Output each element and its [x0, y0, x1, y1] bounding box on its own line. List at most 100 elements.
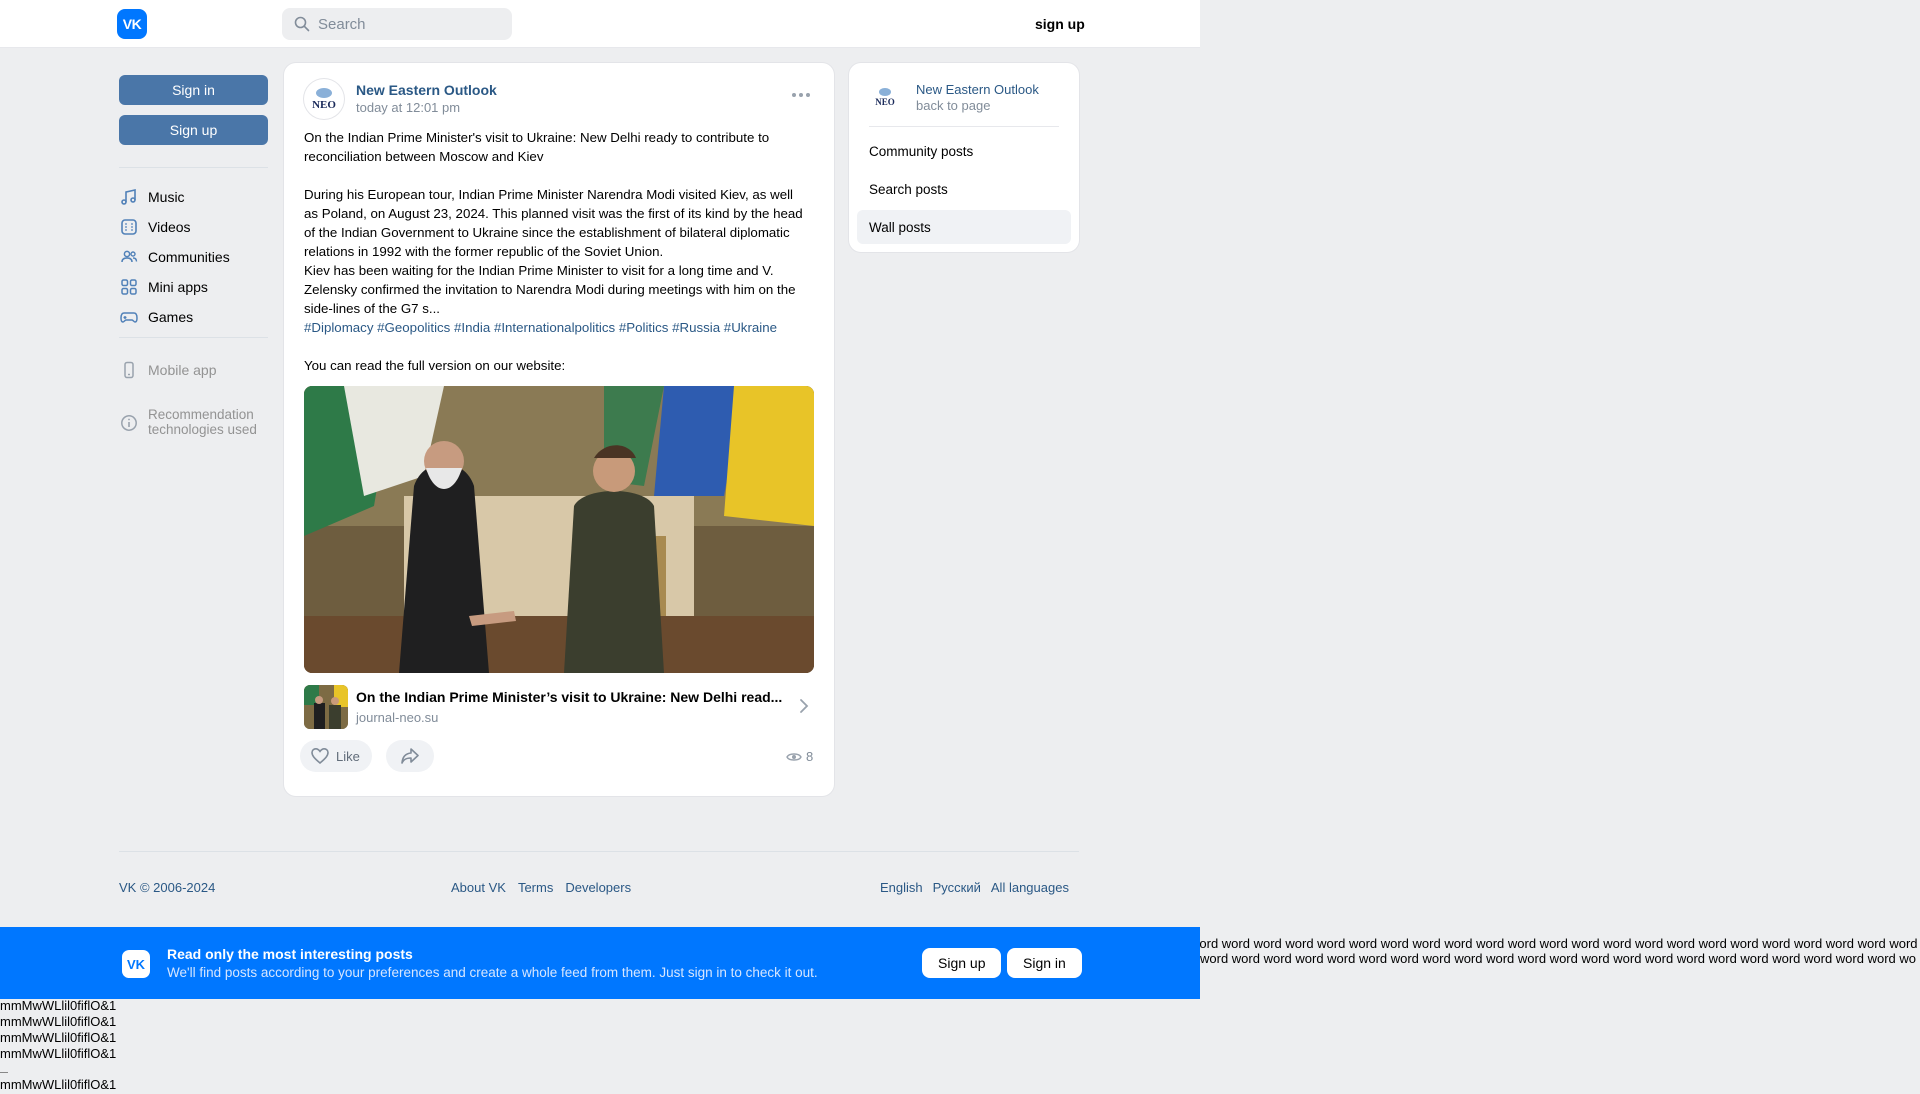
post-body-line: of the Indian Government to Ukraine sinc… — [304, 225, 790, 240]
post-body-line: side-lines of the G7 s... — [304, 301, 440, 316]
apps-icon — [119, 277, 139, 297]
sidebar-item-label: Games — [148, 309, 194, 325]
post-body-line: Kiev has been waiting for the Indian Pri… — [304, 263, 774, 278]
sidebar-item-games[interactable]: Games — [119, 306, 193, 328]
search-input[interactable]: Search — [282, 8, 512, 40]
search-icon — [294, 16, 310, 32]
sidebar-item-label: Mini apps — [148, 279, 208, 295]
search-placeholder: Search — [318, 15, 366, 33]
footer-about-link[interactable]: About VK — [451, 880, 506, 895]
glyph-test-line: mmMwWLlil0fiflO&1 — [0, 1046, 117, 1061]
language-russian-link[interactable]: Русский — [933, 880, 981, 895]
music-icon — [119, 187, 139, 207]
glyph-test-line: mmMwWLlil0fiflO&1 — [0, 1014, 117, 1029]
all-languages-link[interactable]: All languages — [991, 880, 1069, 895]
sidebar-item-videos[interactable]: Videos — [119, 216, 191, 238]
sidebar-item-recommendation-technologies[interactable]: Recommendation technologies used — [119, 407, 257, 443]
vk-logo-icon: VK — [122, 950, 150, 978]
globe-icon — [879, 87, 891, 96]
community-avatar[interactable]: NEO — [304, 79, 344, 119]
signin-banner: VK Read only the most interesting posts … — [0, 927, 1200, 999]
sidebar-item-communities[interactable]: Communities — [119, 246, 230, 268]
post-body-line: as Poland, on August 23, 2024. This plan… — [304, 206, 803, 221]
globe-icon — [316, 87, 332, 98]
heart-icon — [311, 747, 329, 765]
top-header: VK Search sign up — [0, 0, 1200, 48]
community-nav-card: NEO New Eastern Outlook back to page Com… — [849, 63, 1079, 252]
post-read-more: You can read the full version on our web… — [304, 358, 566, 373]
post-body-line: relations in 1992 with the former republ… — [304, 244, 664, 259]
post-title-line: reconciliation between Moscow and Kiev — [304, 149, 544, 164]
sign-up-button[interactable]: Sign up — [119, 115, 268, 145]
post-text: On the Indian Prime Minister's visit to … — [304, 128, 819, 375]
post-hashtags[interactable]: #Diplomacy #Geopolitics #India #Internat… — [304, 318, 819, 337]
sidebar-item-label: Videos — [148, 219, 191, 235]
sidebar-item-music[interactable]: Music — [119, 186, 185, 208]
post-title-line: On the Indian Prime Minister's visit to … — [304, 130, 770, 145]
post-author-link[interactable]: New Eastern Outlook — [356, 82, 497, 98]
more-options-icon[interactable] — [792, 93, 810, 97]
avatar-text: NEO — [312, 98, 336, 111]
card-divider — [869, 126, 1059, 127]
label-line-2: technologies used — [148, 422, 257, 437]
chevron-right-icon — [800, 699, 809, 713]
people-icon — [119, 247, 139, 267]
views-count: 8 — [806, 749, 814, 764]
menu-item-community-posts[interactable]: Community posts — [857, 134, 1071, 168]
glyph-test-line: mmMwWLlil0fiflO&1 — [0, 1030, 117, 1045]
share-button[interactable] — [386, 740, 434, 772]
menu-item-wall-posts[interactable]: Wall posts — [857, 210, 1071, 244]
sidebar-item-label: Music — [148, 189, 185, 205]
banner-subtitle: We'll find posts according to your prefe… — [167, 965, 818, 980]
sidebar-item-mobile-app[interactable]: Mobile app — [119, 359, 217, 381]
footer-languages: English Русский All languages — [880, 880, 1069, 895]
post-card: NEO New Eastern Outlook today at 12:01 p… — [284, 63, 834, 796]
glyph-test-line: mmMwWLlil0fiflO&1 — [0, 1077, 117, 1092]
views-counter: 8 — [786, 749, 813, 764]
sidebar-item-mini-apps[interactable]: Mini apps — [119, 276, 208, 298]
banner-sign-in-button[interactable]: Sign in — [1007, 948, 1082, 978]
footer-links: About VK Terms Developers — [451, 880, 631, 895]
footer-copyright: VK © 2006-2024 — [119, 880, 215, 895]
link-preview[interactable]: On the Indian Prime Minister’s visit to … — [304, 685, 814, 729]
glyph-separator — [0, 1072, 8, 1073]
like-label: Like — [336, 748, 360, 764]
share-icon — [401, 748, 419, 764]
banner-title: Read only the most interesting posts — [167, 946, 413, 962]
link-thumbnail — [304, 685, 348, 729]
language-english-link[interactable]: English — [880, 880, 923, 895]
sign-in-button[interactable]: Sign in — [119, 75, 268, 105]
eye-icon — [786, 752, 802, 761]
community-avatar-small[interactable]: NEO — [869, 81, 901, 113]
sidebar-item-label: Mobile app — [148, 362, 217, 378]
header-signup-link[interactable]: sign up — [1035, 16, 1085, 32]
banner-sign-up-button[interactable]: Sign up — [922, 948, 1002, 978]
sidebar-divider — [119, 167, 268, 168]
community-name-link[interactable]: New Eastern Outlook — [916, 82, 1039, 97]
avatar-text: NEO — [875, 96, 895, 107]
sidebar-item-label: Communities — [148, 249, 230, 265]
footer-divider — [119, 851, 1079, 852]
label-line-1: Recommendation — [148, 407, 254, 422]
info-icon — [119, 413, 139, 433]
word-overflow-text: word word word word word word word word … — [1200, 936, 1918, 968]
photo-illustration — [304, 386, 814, 673]
footer-developers-link[interactable]: Developers — [565, 880, 631, 895]
glyph-test-line: mmMwWLlil0fiflO&1 — [0, 998, 117, 1013]
link-title[interactable]: On the Indian Prime Minister’s visit to … — [356, 689, 786, 705]
post-timestamp[interactable]: today at 12:01 pm — [356, 100, 460, 115]
post-body-line: Zelensky confirmed the invitation to Nar… — [304, 282, 796, 297]
link-domain: journal-neo.su — [356, 710, 439, 725]
post-body-line: During his European tour, Indian Prime M… — [304, 187, 794, 202]
like-button[interactable]: Like — [300, 740, 372, 772]
phone-icon — [119, 360, 139, 380]
video-icon — [119, 217, 139, 237]
post-photo[interactable] — [304, 386, 814, 673]
back-to-page-link[interactable]: back to page — [916, 98, 990, 113]
footer-terms-link[interactable]: Terms — [518, 880, 553, 895]
menu-item-search-posts[interactable]: Search posts — [857, 172, 1071, 206]
vk-home-link[interactable]: VK © 2006-2024 — [119, 880, 215, 895]
gamepad-icon — [119, 307, 139, 327]
sidebar-divider — [119, 337, 268, 338]
vk-logo-icon[interactable]: VK — [117, 9, 147, 39]
